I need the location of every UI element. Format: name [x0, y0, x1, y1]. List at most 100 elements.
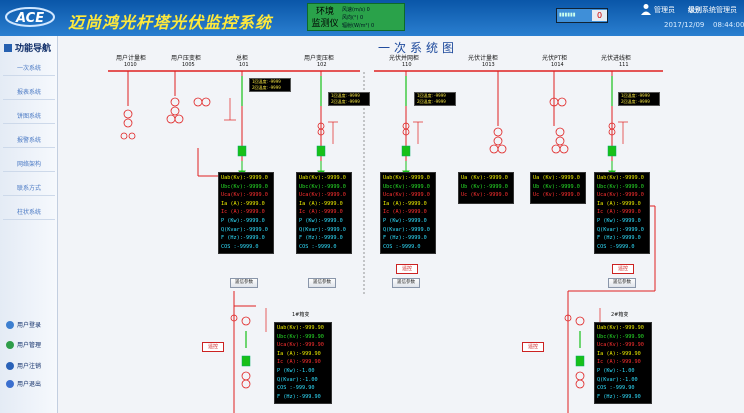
feeder-label-102: 用户变压柜 [304, 55, 335, 62]
current-date: 2017/12/09 [664, 21, 705, 29]
meter-reading: Q(Kvar):-9999.0 [299, 226, 346, 233]
meter-reading: Ubc(Kv):-9999.0 [221, 183, 268, 190]
meter-reading: Ic (A):-999.90 [277, 359, 321, 366]
meter-panel-110: Uab(Kv):-9999.0 Ubc(Kv):-9999.0 Uca(Kv):-9… [380, 172, 436, 254]
meter-reading: Uab(Kv):-9999.0 [597, 175, 644, 181]
env-monitor-label: 环境 监测仪 [311, 7, 339, 29]
temp-box-110: 1回温度: -9999 2回温度: -9999 [414, 92, 456, 106]
meter-reading: F (Hz):-9999.0 [383, 235, 427, 242]
sidebar-item-primary-system[interactable]: 一次系统 [3, 62, 55, 76]
sidebar-item-alarm-system[interactable]: 报警系统 [3, 134, 55, 148]
meter-reading: Uca(Kv):-999.90 [597, 342, 644, 349]
single-line-diagram: 一次系统图 用户计量柜 1010 用户压变柜 1005 总柜 101 用户变压柜… [58, 36, 744, 413]
feeder-code-101: 101 [239, 62, 249, 68]
alarm-indicator[interactable]: ▮▮▮▮▮▮ 0 [556, 8, 608, 23]
alarm-count: 0 [592, 10, 607, 21]
remote-control-button-110[interactable]: 遥控 [396, 264, 418, 274]
meter-reading: Ubc(Kv):-9999.0 [383, 183, 430, 190]
param-button-102[interactable]: 遥信参数 [308, 278, 336, 288]
meter-reading: Q(Kvar):-9999.0 [221, 226, 268, 233]
sidebar-item-report-system[interactable]: 报表系统 [3, 86, 55, 100]
user-login-link[interactable]: 用户登录 [6, 320, 41, 329]
meter-reading: Q(Kvar):-9999.0 [383, 226, 430, 233]
meter-reading: Uc (Kv):-9999.0 [533, 192, 580, 199]
env-row-wind-dir: 风向(°) 0 [342, 15, 364, 21]
feeder-label-1010: 用户计量柜 [116, 55, 147, 62]
remote-control-button-tx2[interactable]: 遥控 [522, 342, 544, 352]
param-button-110[interactable]: 遥信参数 [392, 278, 420, 288]
feeder-code-1005: 1005 [182, 62, 195, 68]
feeder-code-1010: 1010 [124, 62, 137, 68]
meter-reading: P (Kw):-1.00 [277, 367, 315, 374]
meter-panel-tx2: Uab(Kv):-999.90 Ubc(Kv):-999.90 Uca(Kv):-9… [594, 322, 652, 404]
logout-icon [6, 362, 14, 370]
meter-reading: COS :-999.90 [597, 385, 635, 392]
remote-control-button-tx1[interactable]: 遥控 [202, 342, 224, 352]
meter-reading: F (Hz):-999.90 [277, 393, 321, 400]
param-button-101[interactable]: 遥信参数 [230, 278, 258, 288]
meter-reading: Ubc(Kv):-999.90 [277, 333, 324, 340]
remote-control-button-111[interactable]: 遥控 [612, 264, 634, 274]
header-bar: ACE 迈尚鸿光杆塔光伏监控系统 环境 监测仪 风速(m/s) 0 风向(°) … [0, 0, 744, 36]
transformer-label-2: 2#箱变 [611, 312, 629, 318]
user-icon [641, 4, 651, 15]
meter-reading: COS :-9999.0 [597, 243, 635, 250]
feeder-label-110: 光伏并网柜 [389, 55, 420, 62]
sidebar-title: 功能导航 [4, 41, 51, 54]
meter-reading: Ia (A):-9999.0 [299, 200, 343, 207]
meter-reading: Uab(Kv):-999.90 [277, 325, 324, 331]
meter-reading: Uca(Kv):-9999.0 [299, 192, 346, 199]
meter-reading: COS :-9999.0 [299, 243, 337, 250]
param-button-111[interactable]: 遥信参数 [608, 278, 636, 288]
meter-panel-102: Uab(Kv):-9999.0 Ubc(Kv):-9999.0 Uca(Kv):-9… [296, 172, 352, 254]
feeder-label-101: 总柜 [236, 55, 249, 62]
meter-reading: Uab(Kv):-9999.0 [221, 175, 268, 181]
meter-reading: Q(Kvar):-1.00 [277, 376, 318, 383]
user-exit-link[interactable]: 用户退出 [6, 379, 41, 388]
meter-reading: COS :-9999.0 [221, 243, 259, 250]
meter-reading: Ua (Kv):-9999.0 [461, 175, 508, 181]
meter-reading: Uca(Kv):-9999.0 [383, 192, 430, 199]
company-logo: ACE [5, 7, 55, 27]
level-value: 系统管理员 [702, 6, 737, 14]
app-window: ACE 迈尚鸿光杆塔光伏监控系统 环境 监测仪 风速(m/s) 0 风向(°) … [0, 0, 744, 413]
meter-reading: Uca(Kv):-9999.0 [597, 192, 644, 199]
meter-reading: P (Kw):-9999.0 [221, 217, 265, 224]
env-row-radiation: 辐射(W/m²) 0 [342, 23, 375, 29]
meter-reading: Ia (A):-9999.0 [383, 200, 427, 207]
feeder-code-102: 102 [317, 62, 327, 68]
meter-reading: Ub (Kv):-9999.0 [461, 183, 508, 190]
meter-reading: F (Hz):-9999.0 [221, 235, 265, 242]
meter-reading: Uca(Kv):-999.90 [277, 342, 324, 349]
meter-reading: Q(Kvar):-1.00 [597, 376, 638, 383]
meter-reading: F (Hz):-9999.0 [299, 235, 343, 242]
user-manage-link[interactable]: 用户管理 [6, 340, 41, 349]
meter-reading: Ia (A):-9999.0 [221, 200, 265, 207]
env-monitor-panel: 环境 监测仪 风速(m/s) 0 风向(°) 0 辐射(W/m²) 0 [307, 3, 405, 31]
meter-reading: Uab(Kv):-999.90 [597, 325, 644, 331]
alarm-bar: ▮▮▮▮▮▮ [559, 12, 576, 18]
meter-reading: COS :-999.90 [277, 385, 315, 392]
meter-reading: Ia (A):-999.90 [277, 350, 321, 357]
sidebar-item-pie-system[interactable]: 饼图系统 [3, 110, 55, 124]
current-time: 08:44:00.6 [713, 21, 744, 29]
meter-reading: Ua (Kv):-9999.0 [533, 175, 580, 181]
sidebar-item-contact[interactable]: 联系方式 [3, 182, 55, 196]
meter-reading: Uca(Kv):-9999.0 [221, 192, 268, 199]
feeder-code-111: 111 [619, 62, 629, 68]
feeder-code-110: 110 [402, 62, 412, 68]
feeder-label-1005: 用户压变柜 [171, 55, 202, 62]
sidebar: 功能导航 一次系统 报表系统 饼图系统 报警系统 网络架构 联系方式 柱状系统 … [0, 36, 58, 413]
sidebar-item-bar-system[interactable]: 柱状系统 [3, 206, 55, 220]
level-label: 级别 [688, 6, 702, 14]
meter-reading: Ubc(Kv):-999.90 [597, 333, 644, 340]
meter-reading: Ic (A):-9999.0 [383, 209, 427, 216]
sidebar-item-network[interactable]: 网络架构 [3, 158, 55, 172]
meter-reading: Ub (Kv):-9999.0 [533, 183, 580, 190]
meter-reading: P (Kw):-9999.0 [597, 217, 641, 224]
user-logout-link[interactable]: 用户注销 [6, 361, 41, 370]
feeder-code-1014: 1014 [551, 62, 564, 68]
meter-reading: Uab(Kv):-9999.0 [299, 175, 346, 181]
user-role: 管理员 [654, 6, 675, 14]
meter-reading: Ia (A):-999.90 [597, 350, 641, 357]
